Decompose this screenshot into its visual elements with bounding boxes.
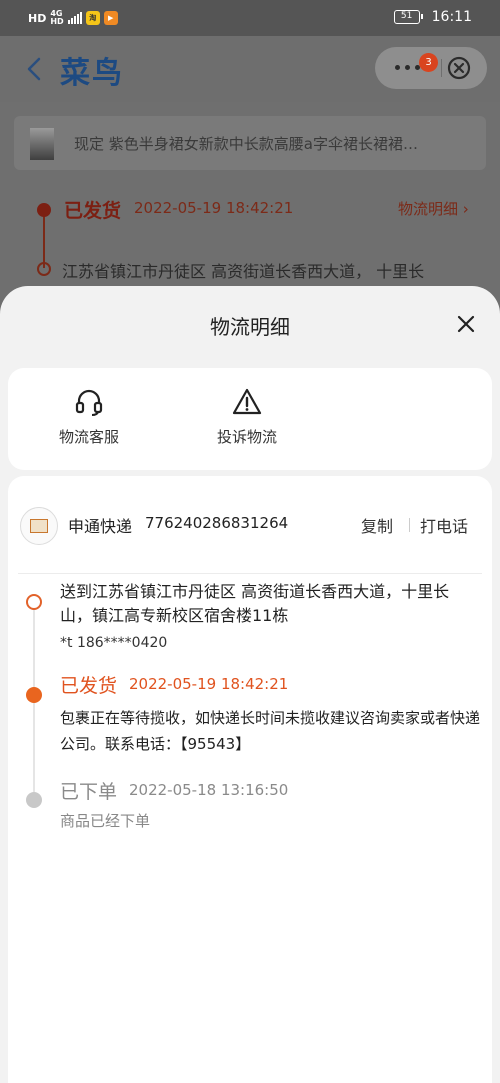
product-card: 现定 紫色半身裙女新款中长款高腰a字伞裙长裙裙… [14,116,486,170]
network-sub: HD [50,17,64,26]
warning-icon [232,388,262,415]
ordered-time: 2022-05-18 13:16:50 [129,781,289,799]
miniprogram-capsule: 3 [375,47,487,89]
bg-logistics-detail-link: 物流明细 › [398,200,469,218]
signal-icon [67,12,82,24]
bg-shipped-time: 2022-05-19 18:42:21 [134,199,294,217]
complaint-label: 投诉物流 [216,428,277,446]
headset-icon [75,389,103,416]
carrier-logo [20,507,58,545]
shipped-status: 已发货 [60,675,118,697]
bg-status-dot [37,203,51,217]
close-icon[interactable] [454,312,478,336]
ordered-status: 已下单 [60,781,118,803]
brand-logo: 菜鸟 [60,56,124,91]
status-icons-right: 51 16:11 [393,9,472,25]
timeline-dot-ordered [26,792,42,808]
status-icons-left: HD 4G HD 淘 ▶ [28,10,118,26]
bg-address-dot [37,262,51,276]
video-app-icon: ▶ [103,11,118,25]
customer-service-label: 物流客服 [58,428,119,446]
network-indicator: 4G HD [50,10,63,26]
battery-icon: 51 [393,10,423,24]
clock: 16:11 [431,9,472,25]
app-notification-icon: 淘 [85,11,100,25]
bg-timeline-line [43,212,45,268]
tracking-number: 776240286831264 [145,514,289,532]
bg-address-preview: 江苏省镇江市丹徒区 高资街道长香西大道， 十里长 [62,262,425,281]
close-circle-icon[interactable] [446,55,472,81]
call-button[interactable]: 打电话 [420,513,468,537]
divider [18,573,482,574]
status-bar: HD 4G HD 淘 ▶ 51 16:11 [0,0,500,36]
app-header: 菜鸟 3 [0,36,500,102]
customer-service-button[interactable]: 物流客服 [34,386,144,447]
ordered-description: 商品已经下单 [60,812,151,830]
more-icon [395,65,420,70]
sheet-title: 物流明细 [210,315,290,339]
shipped-description: 包裹正在等待揽收，如快递长时间未揽收建议咨询卖家或者快递公司。联系电话：【955… [60,709,481,753]
delivery-address: 送到江苏省镇江市丹徒区 高资街道长香西大道，十里长山，镇江高专新校区宿舍楼11栋 [60,582,450,625]
back-arrow-icon[interactable] [20,54,50,84]
carrier-name: 申通快递 [68,517,133,536]
shipped-time: 2022-05-19 18:42:21 [129,675,289,693]
timeline-dot-destination [26,594,42,610]
more-menu-button[interactable]: 3 [389,53,438,81]
bg-shipped-status: 已发货 [64,200,122,222]
product-title: 现定 紫色半身裙女新款中长款高腰a字伞裙长裙裙… [74,135,418,153]
notification-badge: 3 [419,53,438,72]
action-card: 物流客服 投诉物流 [8,368,492,470]
hd-indicator: HD [28,11,47,25]
product-thumbnail [30,128,54,160]
carrier-logo-icon [30,519,48,533]
tracking-card: 申通快递 776240286831264 复制 打电话 送到江苏省镇江市丹徒区 … [8,476,492,1083]
capsule-divider [441,59,442,77]
recipient-contact: *t 186****0420 [60,635,168,651]
complaint-button[interactable]: 投诉物流 [192,386,302,447]
timeline-dot-shipped [26,687,42,703]
logistics-detail-sheet: 物流明细 物流客服 投诉物流 申通快递 776240286831264 复制 打… [0,286,500,1083]
copy-button[interactable]: 复制 [361,513,393,537]
link-divider [409,518,410,532]
